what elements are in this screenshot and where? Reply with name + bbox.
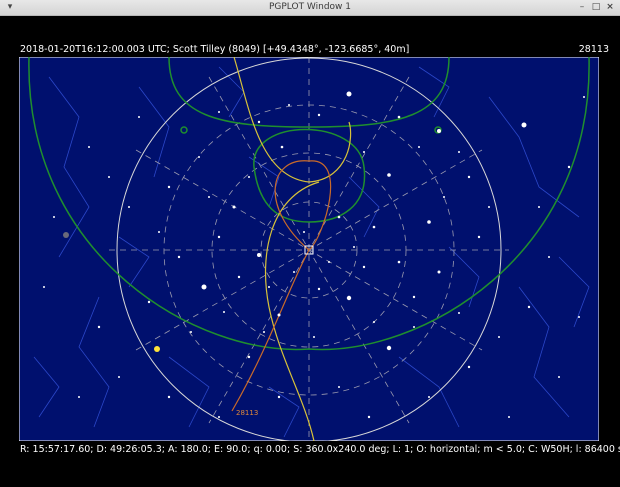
sky-plot: 28113 (19, 57, 599, 441)
close-icon[interactable]: × (604, 2, 616, 13)
satellite-id: 28113 (578, 44, 609, 55)
planet-yellow[interactable] (154, 346, 160, 352)
title-bar[interactable]: ▾ PGPLOT Window 1 – □ × (0, 0, 620, 16)
status-line: R: 15:57:17.60; D: 49:26:05.3; A: 180.0;… (20, 444, 620, 455)
minimize-icon[interactable]: – (576, 2, 588, 13)
track-label: 28113 (236, 409, 258, 417)
moon-grey[interactable] (63, 232, 69, 238)
pgplot-window: ▾ PGPLOT Window 1 – □ × 2018-01-20T16:12… (0, 0, 620, 487)
observation-info: 2018-01-20T16:12:00.003 UTC; Scott Tille… (20, 44, 410, 55)
maximize-icon[interactable]: □ (590, 2, 602, 13)
window-title: PGPLOT Window 1 (268, 2, 352, 12)
